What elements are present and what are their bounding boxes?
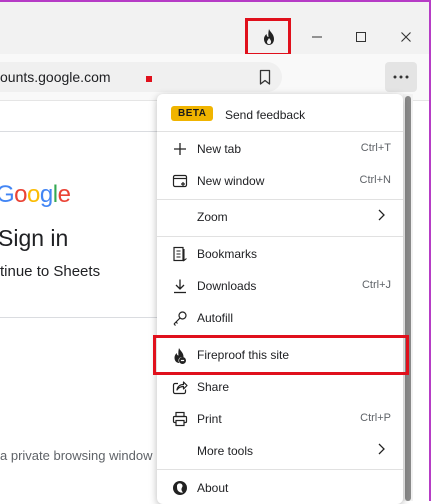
page-subtitle: tinue to Sheets <box>0 263 101 280</box>
chevron-right-icon <box>377 209 385 224</box>
menu-separator <box>157 199 403 200</box>
share-icon <box>171 378 189 396</box>
logo-letter: g <box>39 181 53 208</box>
download-icon <box>171 277 189 295</box>
close-icon <box>401 32 411 42</box>
minimize-button[interactable] <box>294 24 340 50</box>
menu-item-bookmarks[interactable]: Bookmarks <box>157 238 403 270</box>
close-button[interactable] <box>383 24 429 50</box>
menu-item-print[interactable]: Print Ctrl+P <box>157 403 403 435</box>
bookmark-icon[interactable] <box>256 68 274 86</box>
menu-item-label: Send feedback <box>225 108 306 122</box>
menu-item-label: Print <box>197 412 222 426</box>
menu-separator <box>157 236 403 237</box>
menu-item-shortcut: Ctrl+J <box>361 279 391 291</box>
chevron-right-icon <box>377 443 385 458</box>
menu-item-share[interactable]: Share <box>157 371 403 403</box>
menu-item-label: Zoom <box>197 210 228 224</box>
menu-scrollbar-thumb[interactable] <box>405 96 411 501</box>
browser-menu: BETA Send feedback New tab Ctrl+T New wi… <box>157 94 403 504</box>
menu-item-about[interactable]: About <box>157 472 403 504</box>
menu-item-label: New tab <box>197 142 242 156</box>
menu-item-downloads[interactable]: Downloads Ctrl+J <box>157 270 403 302</box>
maximize-button[interactable] <box>338 24 384 50</box>
menu-item-new-window[interactable]: New window Ctrl+N <box>157 165 403 197</box>
more-icon <box>393 75 409 79</box>
menu-item-new-tab[interactable]: New tab Ctrl+T <box>157 133 403 165</box>
menu-item-label: Bookmarks <box>197 247 258 261</box>
menu-item-more-tools[interactable]: More tools <box>157 435 403 467</box>
minimize-icon <box>312 36 322 38</box>
page-title: Sign in <box>0 225 69 251</box>
menu-item-label: New window <box>197 174 265 188</box>
maximize-icon <box>356 32 366 42</box>
divider <box>0 131 160 132</box>
plus-icon <box>171 140 189 158</box>
fireproof-highlight <box>153 335 409 375</box>
private-notice: a private browsing window <box>0 448 153 463</box>
divider <box>0 317 160 318</box>
menu-item-shortcut: Ctrl+P <box>360 412 391 424</box>
web-page: Google Sign in tinue to Sheets a private… <box>0 101 160 501</box>
menu-separator <box>157 131 403 132</box>
menu-item-label: Share <box>197 380 230 394</box>
logo-letter: e <box>57 181 71 208</box>
address-url: ounts.google.com <box>0 69 111 85</box>
menu-item-shortcut: Ctrl+T <box>360 142 391 154</box>
menu-item-label: Downloads <box>197 279 257 293</box>
menu-item-autofill[interactable]: Autofill <box>157 302 403 334</box>
menu-separator <box>157 469 403 470</box>
logo-letter: o <box>14 181 28 208</box>
menu-item-zoom[interactable]: Zoom <box>157 201 403 233</box>
more-menu-button[interactable] <box>385 62 417 92</box>
address-marker <box>146 76 152 82</box>
logo-letter: G <box>0 181 15 208</box>
menu-item-label: About <box>197 481 229 495</box>
google-logo: Google <box>0 181 71 209</box>
menu-item-label: Autofill <box>197 311 234 325</box>
bookmarks-icon <box>171 245 189 263</box>
logo-letter: o <box>27 181 40 208</box>
key-icon <box>171 309 189 327</box>
about-icon <box>171 479 189 497</box>
beta-badge: BETA <box>171 106 214 121</box>
printer-icon <box>171 410 189 428</box>
address-bar[interactable]: ounts.google.com <box>0 62 282 92</box>
fire-button-highlight <box>245 18 291 56</box>
menu-item-shortcut: Ctrl+N <box>359 174 391 186</box>
menu-item-label: More tools <box>197 444 254 458</box>
menu-item-send-feedback[interactable]: BETA Send feedback <box>157 96 403 128</box>
title-bar <box>0 2 429 54</box>
new-window-icon <box>171 172 189 190</box>
